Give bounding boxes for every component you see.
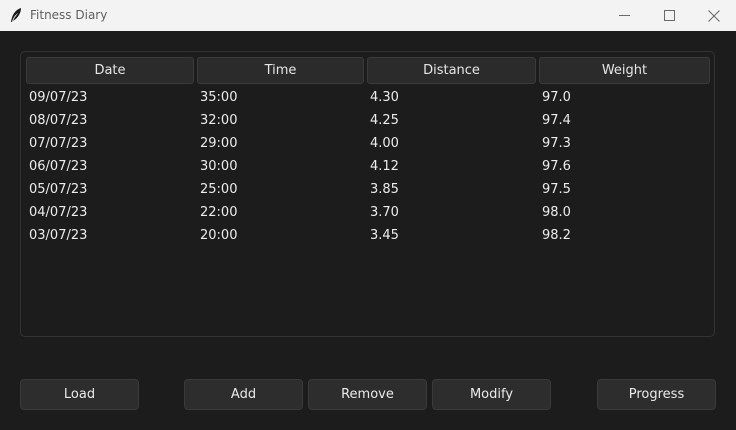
- weight-cell: 97.6: [542, 159, 571, 174]
- distance-cell: 4.25: [370, 113, 399, 128]
- column-header-date[interactable]: Date: [26, 57, 194, 84]
- weight-cell: 97.3: [542, 136, 571, 151]
- time-cell: 35:00: [200, 90, 238, 105]
- load-button[interactable]: Load: [20, 379, 139, 410]
- time-cell: 29:00: [200, 136, 238, 151]
- weight-cell: 98.0: [542, 205, 571, 220]
- table-row[interactable]: 08/07/23 32:00 4.25 97.4: [0, 110, 736, 133]
- progress-button[interactable]: Progress: [597, 379, 716, 410]
- maximize-button[interactable]: [646, 0, 692, 31]
- weight-cell: 97.0: [542, 90, 571, 105]
- distance-cell: 4.12: [370, 159, 399, 174]
- time-cell: 32:00: [200, 113, 238, 128]
- remove-button[interactable]: Remove: [308, 379, 427, 410]
- date-cell: 07/07/23: [29, 136, 88, 151]
- time-cell: 20:00: [200, 228, 238, 243]
- maximize-icon: [663, 10, 675, 21]
- distance-cell: 3.70: [370, 205, 399, 220]
- weight-cell: 98.2: [542, 228, 571, 243]
- minimize-button[interactable]: [601, 0, 647, 31]
- date-cell: 05/07/23: [29, 182, 88, 197]
- window-title: Fitness Diary: [30, 8, 108, 22]
- add-button[interactable]: Add: [184, 379, 303, 410]
- feather-icon: [9, 7, 23, 24]
- column-header-weight[interactable]: Weight: [539, 57, 710, 84]
- distance-cell: 4.30: [370, 90, 399, 105]
- close-icon: [708, 9, 720, 22]
- table-row[interactable]: 07/07/23 29:00 4.00 97.3: [0, 133, 736, 156]
- date-cell: 09/07/23: [29, 90, 88, 105]
- table-row[interactable]: 06/07/23 30:00 4.12 97.6: [0, 156, 736, 179]
- date-cell: 06/07/23: [29, 159, 88, 174]
- modify-button[interactable]: Modify: [432, 379, 551, 410]
- table-row[interactable]: 04/07/23 22:00 3.70 98.0: [0, 202, 736, 225]
- date-cell: 08/07/23: [29, 113, 88, 128]
- date-cell: 04/07/23: [29, 205, 88, 220]
- table-row[interactable]: 03/07/23 20:00 3.45 98.2: [0, 225, 736, 248]
- table-row[interactable]: 09/07/23 35:00 4.30 97.0: [0, 87, 736, 110]
- distance-cell: 4.00: [370, 136, 399, 151]
- column-header-time[interactable]: Time: [197, 57, 364, 84]
- column-header-distance[interactable]: Distance: [367, 57, 536, 84]
- title-bar: Fitness Diary: [0, 0, 736, 31]
- distance-cell: 3.85: [370, 182, 399, 197]
- time-cell: 25:00: [200, 182, 238, 197]
- minimize-icon: [618, 15, 630, 16]
- time-cell: 30:00: [200, 159, 238, 174]
- distance-cell: 3.45: [370, 228, 399, 243]
- time-cell: 22:00: [200, 205, 238, 220]
- table-row[interactable]: 05/07/23 25:00 3.85 97.5: [0, 179, 736, 202]
- weight-cell: 97.4: [542, 113, 571, 128]
- date-cell: 03/07/23: [29, 228, 88, 243]
- weight-cell: 97.5: [542, 182, 571, 197]
- table-body: 09/07/23 35:00 4.30 97.0 08/07/23 32:00 …: [0, 87, 736, 248]
- close-button[interactable]: [691, 0, 736, 31]
